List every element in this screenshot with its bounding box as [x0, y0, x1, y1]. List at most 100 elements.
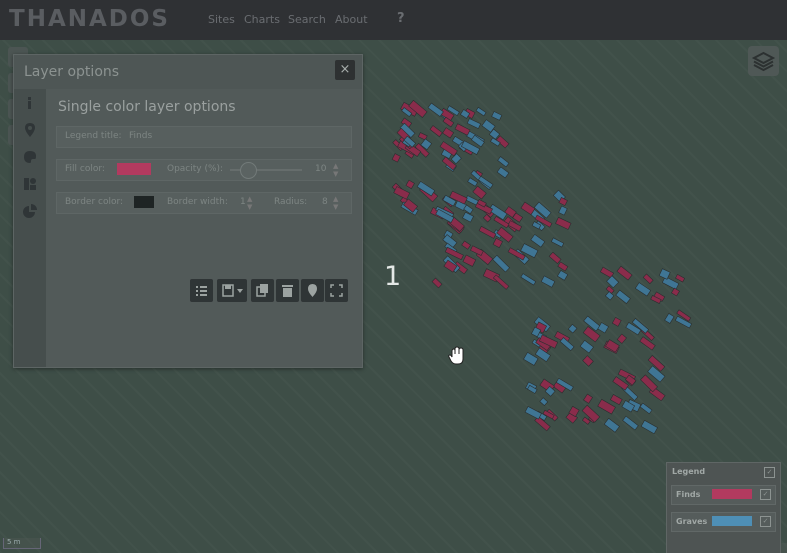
grave-feature[interactable]: [524, 406, 542, 420]
find-feature[interactable]: [472, 185, 487, 200]
close-button[interactable]: ×: [335, 60, 355, 80]
border-width-stepper[interactable]: ▲ ▼: [247, 195, 255, 211]
nav-link-search[interactable]: Search: [288, 13, 326, 26]
copy-icon: [256, 284, 268, 297]
nav-link-charts[interactable]: Charts: [244, 13, 280, 26]
grave-feature[interactable]: [640, 419, 658, 435]
duplicate-layer-button[interactable]: [251, 279, 274, 302]
grave-feature[interactable]: [615, 289, 631, 305]
find-feature[interactable]: [462, 254, 477, 267]
find-feature[interactable]: [670, 287, 680, 297]
find-feature[interactable]: [555, 216, 572, 230]
grave-feature[interactable]: [558, 205, 568, 216]
grave-feature[interactable]: [540, 275, 556, 288]
grave-feature[interactable]: [664, 312, 675, 324]
find-feature[interactable]: [616, 265, 633, 281]
grave-feature[interactable]: [475, 106, 487, 117]
tab-style[interactable]: [22, 149, 38, 165]
marker-style-button[interactable]: [301, 279, 324, 302]
grave-feature[interactable]: [639, 402, 653, 415]
find-feature[interactable]: [442, 116, 455, 128]
find-feature[interactable]: [442, 127, 455, 139]
radius-label: Radius:: [274, 197, 308, 207]
nav-link-sites[interactable]: Sites: [208, 13, 235, 26]
find-feature[interactable]: [557, 261, 569, 272]
find-feature[interactable]: [461, 240, 472, 250]
legend-graves-checkbox[interactable]: ✓: [760, 516, 771, 527]
find-feature[interactable]: [405, 179, 415, 190]
grave-feature[interactable]: [550, 237, 565, 248]
grave-feature[interactable]: [467, 177, 479, 187]
find-feature[interactable]: [391, 153, 401, 163]
help-icon[interactable]: ?: [397, 11, 405, 26]
grave-feature[interactable]: [530, 233, 546, 248]
brand-logo[interactable]: THANADOS: [9, 6, 170, 32]
find-feature[interactable]: [583, 393, 593, 404]
find-feature[interactable]: [478, 225, 497, 239]
opacity-input[interactable]: 10: [315, 164, 326, 174]
legend-toggle-all-checkbox[interactable]: ✓: [764, 467, 775, 478]
find-feature[interactable]: [642, 273, 654, 285]
list-view-button[interactable]: [190, 279, 213, 302]
grave-feature[interactable]: [567, 323, 578, 334]
find-feature[interactable]: [492, 237, 503, 249]
radius-input[interactable]: 8: [322, 197, 328, 207]
legend-finds-checkbox[interactable]: ✓: [760, 489, 771, 500]
tab-chart[interactable]: [22, 203, 38, 219]
map-legend: Legend ✓ Finds ✓ Graves ✓: [666, 462, 781, 553]
grave-feature[interactable]: [520, 273, 537, 286]
find-feature[interactable]: [492, 274, 510, 290]
export-dropdown-button[interactable]: [217, 279, 247, 302]
panel-content: Single color layer options Legend title:…: [46, 89, 362, 367]
tab-location[interactable]: [22, 122, 38, 138]
find-feature[interactable]: [609, 394, 623, 406]
grave-feature[interactable]: [557, 269, 569, 281]
grave-feature[interactable]: [622, 415, 639, 431]
find-feature[interactable]: [454, 123, 471, 136]
tab-categories[interactable]: [22, 176, 38, 192]
grave-feature[interactable]: [603, 417, 620, 433]
fill-color-picker[interactable]: [117, 163, 151, 175]
grave-feature[interactable]: [579, 339, 594, 354]
grave-feature[interactable]: [604, 291, 615, 301]
layers-control-button[interactable]: [748, 46, 779, 76]
grave-feature[interactable]: [597, 322, 609, 334]
grave-feature[interactable]: [492, 254, 510, 273]
pie-chart-icon: [23, 204, 37, 218]
find-feature[interactable]: [548, 251, 562, 264]
tab-info[interactable]: [22, 95, 38, 111]
find-feature[interactable]: [616, 333, 627, 344]
grave-feature[interactable]: [466, 118, 481, 129]
nav-link-about[interactable]: About: [335, 13, 368, 26]
grave-feature[interactable]: [491, 111, 503, 121]
legend-item-finds: Finds ✓: [671, 485, 776, 505]
opacity-slider-handle[interactable]: [240, 162, 257, 179]
legend-title: Legend: [672, 467, 706, 476]
zoom-to-layer-button[interactable]: [325, 279, 348, 302]
info-icon: [28, 97, 31, 109]
shapes-icon: [24, 178, 36, 190]
find-feature[interactable]: [582, 355, 594, 367]
opacity-label: Opacity (%):: [167, 164, 224, 174]
grave-feature[interactable]: [539, 397, 549, 407]
grave-feature[interactable]: [658, 268, 671, 280]
legend-title-input[interactable]: Finds: [129, 131, 152, 141]
find-feature[interactable]: [597, 398, 616, 415]
grave-feature[interactable]: [427, 102, 444, 117]
delete-layer-button[interactable]: [276, 279, 299, 302]
border-width-input[interactable]: 1: [240, 197, 246, 207]
grave-feature[interactable]: [462, 211, 474, 223]
grave-feature[interactable]: [606, 275, 620, 289]
find-feature[interactable]: [675, 273, 686, 283]
border-color-picker[interactable]: [134, 196, 154, 208]
grave-feature[interactable]: [634, 282, 652, 297]
opacity-stepper[interactable]: ▲ ▼: [333, 162, 341, 178]
grave-feature[interactable]: [497, 156, 510, 168]
find-feature[interactable]: [431, 277, 443, 289]
find-feature[interactable]: [611, 316, 622, 327]
scale-bar: 5 m: [3, 538, 41, 549]
cluster-marker-label[interactable]: 1: [384, 261, 401, 292]
grave-feature[interactable]: [496, 166, 510, 179]
radius-stepper[interactable]: ▲ ▼: [333, 195, 341, 211]
find-feature[interactable]: [429, 125, 443, 138]
